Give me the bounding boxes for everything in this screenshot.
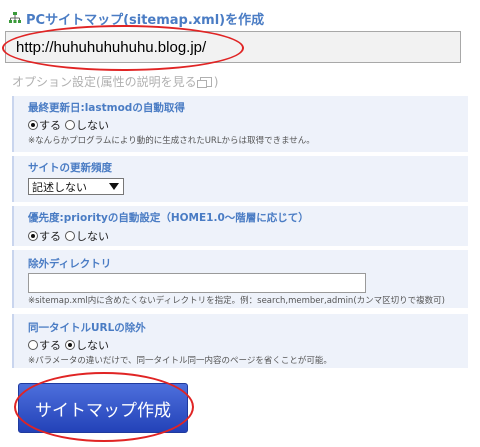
same-title-yes-radio[interactable] (28, 340, 38, 350)
option-lastmod-label: 最終更新日:lastmodの自動取得 (28, 102, 185, 114)
same-title-no-label: しない (76, 339, 109, 352)
create-sitemap-button[interactable]: サイトマップ作成 (18, 383, 188, 433)
options-help-link[interactable]: オプション設定(属性の説明を見る ) (12, 73, 218, 90)
priority-no-label: しない (76, 230, 109, 243)
priority-yes-label: する (39, 230, 61, 243)
option-priority-radios: する しない (28, 228, 113, 244)
options-panel: 最終更新日:lastmodの自動取得 する しない ※なんらかプログラムにより動… (12, 90, 468, 370)
same-title-no-radio[interactable] (65, 340, 75, 350)
url-input[interactable] (5, 31, 461, 63)
option-changefreq-label: サイトの更新頻度 (28, 162, 112, 174)
changefreq-select[interactable]: 記述しない (28, 178, 124, 195)
priority-no-radio[interactable] (65, 231, 75, 241)
chevron-down-icon (109, 183, 119, 190)
popup-window-icon (196, 76, 212, 88)
lastmod-no-label: しない (76, 119, 109, 132)
exclude-dirs-input[interactable] (28, 273, 366, 293)
lastmod-yes-label: する (39, 119, 61, 132)
changefreq-select-value: 記述しない (32, 180, 87, 194)
option-same-title-label: 同一タイトルURLの除外 (28, 322, 146, 334)
option-priority-label: 優先度:priorityの自動設定（HOME1.0～階層に応じて） (28, 212, 309, 224)
lastmod-yes-radio[interactable] (28, 120, 38, 130)
option-same-title-note: ※パラメータの違いだけで、同一タイトル同一内容のページを省くことが可能。 (28, 356, 332, 366)
option-lastmod-note: ※なんらかプログラムにより動的に生成されたURLからは取得できません。 (28, 136, 315, 146)
option-lastmod: 最終更新日:lastmodの自動取得 する しない ※なんらかプログラムにより動… (12, 96, 468, 152)
lastmod-no-radio[interactable] (65, 120, 75, 130)
option-same-title: 同一タイトルURLの除外 する しない ※パラメータの違いだけで、同一タイトル同… (12, 314, 468, 368)
option-exclude-dirs-label: 除外ディレクトリ (28, 258, 112, 270)
option-exclude-dirs: 除外ディレクトリ ※sitemap.xml内に含めたくないディレクトリを指定。例… (12, 250, 468, 308)
same-title-yes-label: する (39, 339, 61, 352)
priority-yes-radio[interactable] (28, 231, 38, 241)
header: PCサイトマップ(sitemap.xml)を作成 (8, 8, 264, 28)
sitemap-tree-icon (9, 12, 21, 23)
option-exclude-dirs-note: ※sitemap.xml内に含めたくないディレクトリを指定。例：search,m… (28, 296, 445, 306)
create-sitemap-button-label: サイトマップ作成 (35, 400, 171, 421)
option-priority: 優先度:priorityの自動設定（HOME1.0～階層に応じて） する しない (12, 206, 468, 246)
sitemap-generator-page: PCサイトマップ(sitemap.xml)を作成 オプション設定(属性の説明を見… (0, 0, 480, 447)
options-link-suffix: ) (213, 74, 219, 89)
options-link-label: オプション設定(属性の説明を見る (12, 75, 197, 89)
option-changefreq: サイトの更新頻度 記述しない (12, 156, 468, 202)
option-lastmod-radios: する しない (28, 117, 113, 133)
option-same-title-radios: する しない (28, 337, 113, 353)
page-title: PCサイトマップ(sitemap.xml)を作成 (26, 12, 265, 28)
